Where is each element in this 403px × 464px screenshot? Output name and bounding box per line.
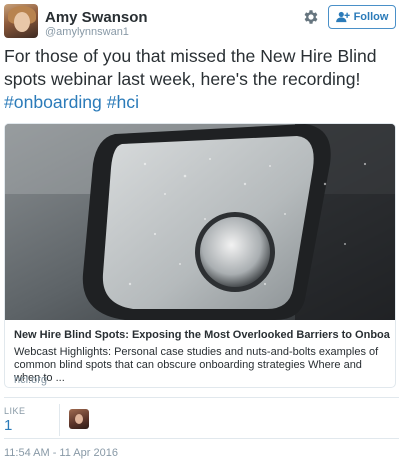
side-mirror-photo[interactable] — [5, 124, 395, 320]
user-name[interactable]: Amy Swanson — [45, 9, 148, 26]
card-description: Webcast Highlights: Personal case studie… — [14, 346, 379, 384]
stat-separator — [59, 404, 60, 436]
tweet-body: For those of you that missed the New Hir… — [4, 46, 377, 89]
avatar-face — [14, 12, 30, 32]
gear-icon[interactable] — [302, 8, 320, 26]
hashtag-onboarding[interactable]: #onboarding — [4, 92, 102, 112]
divider-bottom — [4, 438, 399, 439]
liker-avatar[interactable] — [69, 409, 89, 429]
divider-top — [4, 397, 399, 398]
timestamp[interactable]: 11:54 AM - 11 Apr 2016 — [4, 447, 118, 459]
follow-button[interactable]: Follow — [328, 5, 396, 29]
tweet-container: Amy Swanson @amylynnswan1 Follow For tho… — [0, 0, 403, 464]
like-label: LIKE — [4, 406, 26, 416]
user-avatar[interactable] — [4, 4, 38, 38]
follow-person-icon — [335, 11, 350, 23]
card-title[interactable]: New Hire Blind Spots: Exposing the Most … — [14, 329, 390, 341]
tweet-text: For those of you that missed the New Hir… — [4, 45, 399, 114]
link-card[interactable]: New Hire Blind Spots: Exposing the Most … — [4, 123, 396, 388]
like-count[interactable]: 1 — [4, 417, 12, 434]
hashtag-hci[interactable]: #hci — [107, 92, 139, 112]
user-handle[interactable]: @amylynnswan1 — [45, 26, 129, 38]
liker-face — [75, 414, 83, 424]
card-domain[interactable]: hci.org — [14, 374, 47, 386]
follow-label: Follow — [353, 11, 389, 23]
